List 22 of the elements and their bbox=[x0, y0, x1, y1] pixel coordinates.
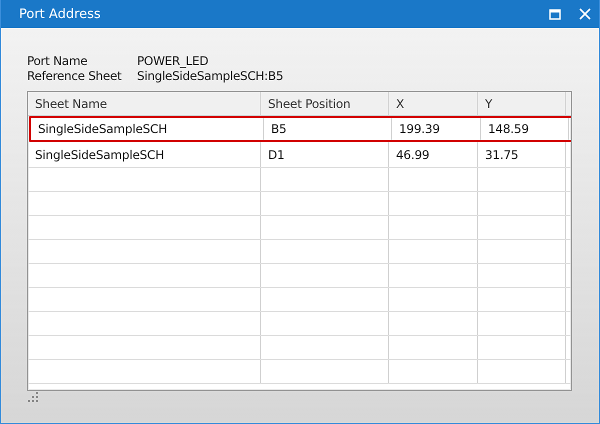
field-label: Reference Sheet bbox=[27, 69, 122, 83]
column-header[interactable]: Y bbox=[478, 92, 566, 115]
table-cell: 148.59 bbox=[481, 118, 569, 140]
window-title: Port Address bbox=[19, 6, 101, 22]
field-value: POWER_LED bbox=[137, 54, 208, 68]
field-label: Port Name bbox=[27, 54, 88, 68]
column-header[interactable]: Sheet Position bbox=[261, 92, 389, 115]
close-icon[interactable] bbox=[579, 8, 591, 20]
table-cell: D1 bbox=[261, 142, 389, 167]
column-header[interactable]: Sheet Name bbox=[28, 92, 261, 115]
maximize-icon[interactable] bbox=[549, 8, 561, 20]
table-cell: 46.99 bbox=[389, 142, 478, 167]
table-cell: 31.75 bbox=[478, 142, 566, 167]
table-cell: SingleSideSampleSCH bbox=[28, 142, 261, 167]
table-cell: 199.39 bbox=[392, 118, 481, 140]
table-row[interactable]: SingleSideSampleSCH D1 46.99 31.75 bbox=[28, 142, 571, 168]
table-cell: B5 bbox=[264, 118, 392, 140]
column-header[interactable]: X bbox=[389, 92, 478, 115]
selected-table-row[interactable]: SingleSideSampleSCH B5 199.39 148.59 bbox=[29, 116, 571, 142]
table-cell: SingleSideSampleSCH bbox=[31, 118, 264, 140]
resize-grip-icon[interactable] bbox=[27, 391, 39, 403]
field-value: SingleSideSampleSCH:B5 bbox=[137, 69, 284, 83]
